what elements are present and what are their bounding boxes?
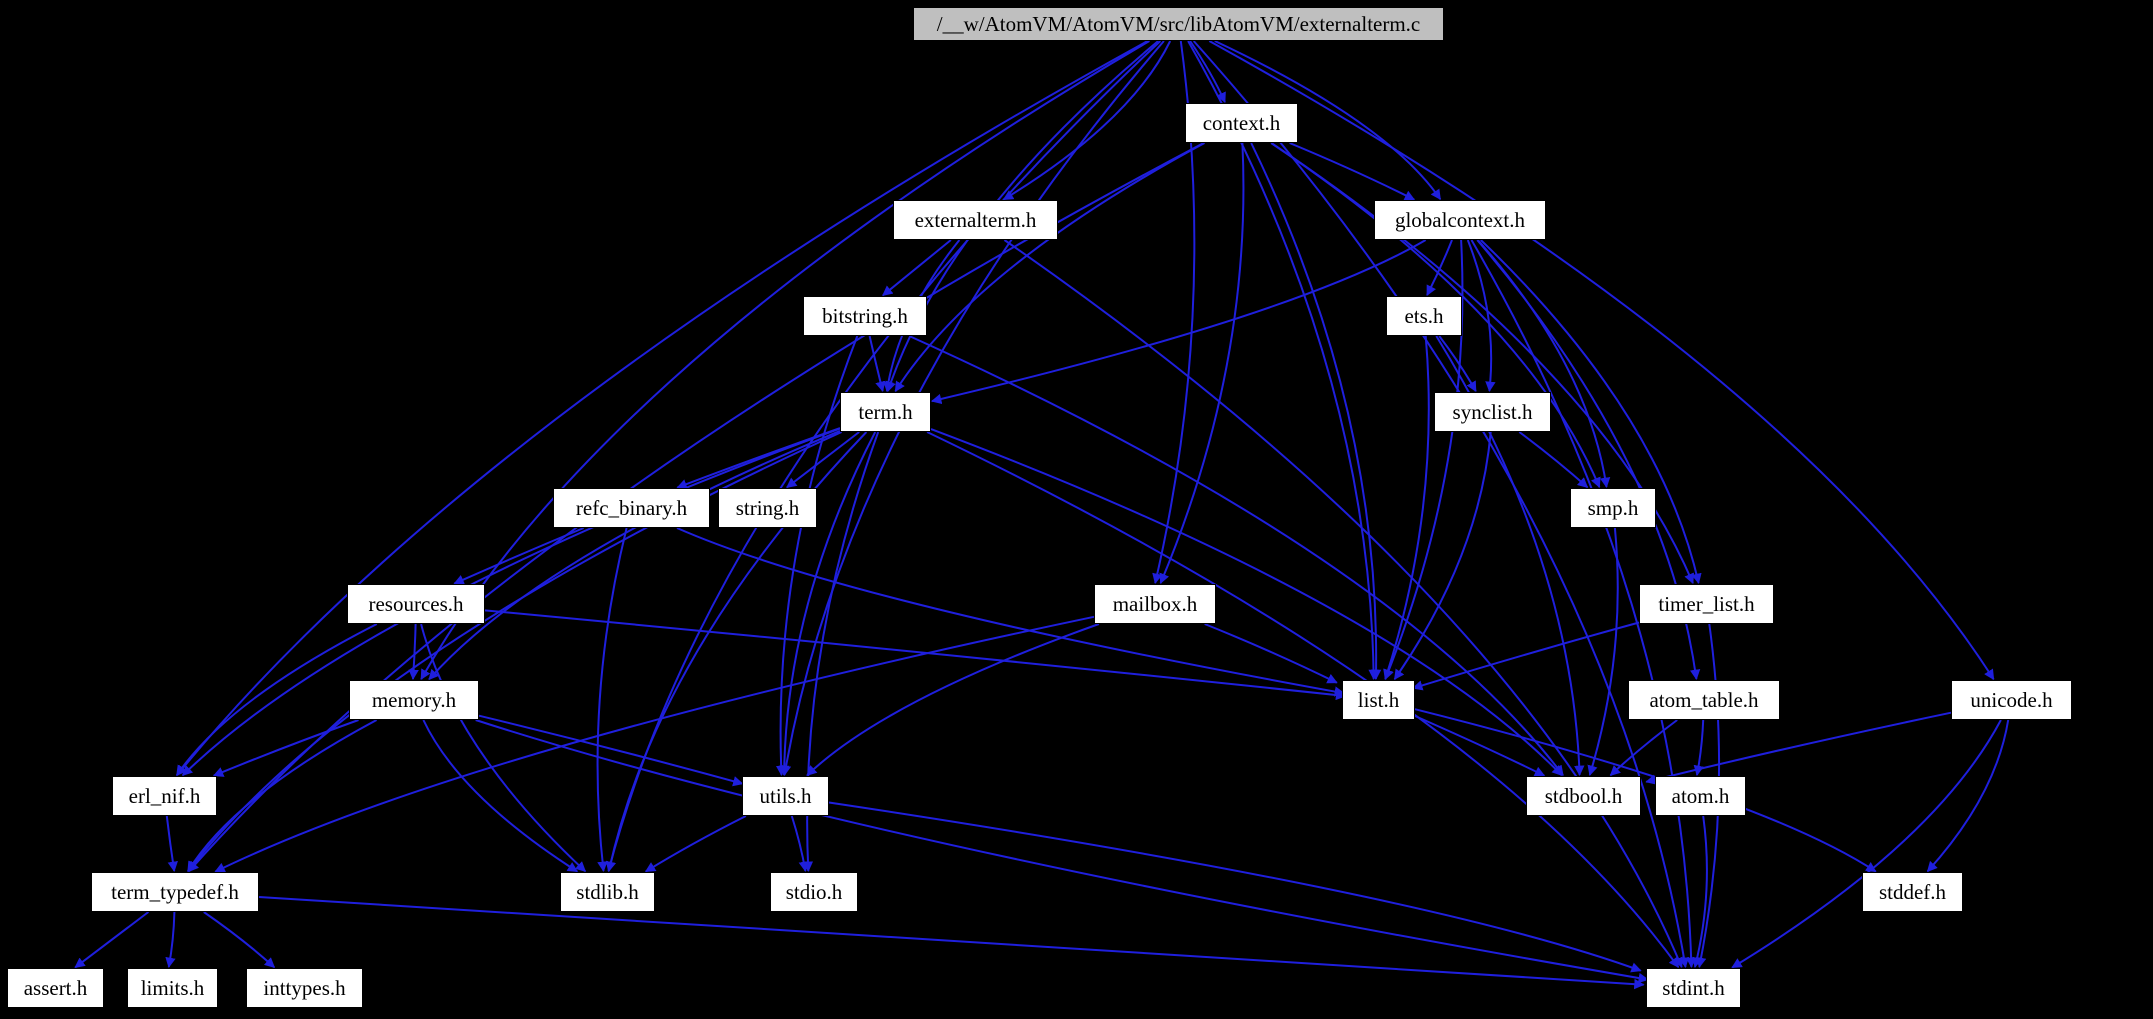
- edge-externalterm-c-to-memory-h: [420, 40, 1150, 681]
- graph-node-smp-h[interactable]: smp.h: [1570, 488, 1656, 528]
- edge-globalcontext-h-to-term-h: [930, 239, 1427, 405]
- edge-erl-nif-h-to-term-typedef-h: [165, 815, 178, 873]
- edge-memory-h-to-utils-h: [478, 714, 744, 787]
- graph-node-stdint-h[interactable]: stdint.h: [1646, 968, 1741, 1008]
- edge-resources-h-to-list-h: [484, 609, 1347, 701]
- edge-term-typedef-h-to-limits-h: [165, 911, 176, 969]
- edge-utils-h-to-stdlib-h: [644, 815, 747, 873]
- graph-node-list-h[interactable]: list.h: [1342, 680, 1415, 720]
- edge-externalterm-c-to-erl-nif-h: [176, 40, 1149, 777]
- edge-externalterm-c-to-unicode-h: [1208, 40, 1995, 681]
- graph-node-globalcontext-h[interactable]: globalcontext.h: [1374, 200, 1546, 240]
- edge-synclist-h-to-list-h: [1393, 431, 1492, 681]
- graph-node-term-typedef-h[interactable]: term_typedef.h: [91, 872, 259, 912]
- edge-list-h-to-stddef-h: [1414, 708, 1877, 873]
- graph-node-assert-h[interactable]: assert.h: [7, 968, 104, 1008]
- graph-node-stdbool-h[interactable]: stdbool.h: [1526, 776, 1641, 816]
- graph-node-atom-h[interactable]: atom.h: [1655, 776, 1746, 816]
- edge-refc-binary-h-to-list-h: [676, 527, 1345, 697]
- graph-node-externalterm-h[interactable]: externalterm.h: [893, 200, 1058, 240]
- edge-layer: [74, 40, 2010, 990]
- graph-node-memory-h[interactable]: memory.h: [349, 680, 479, 720]
- edge-unicode-h-to-stdint-h: [1731, 719, 2002, 969]
- edge-globalcontext-h-to-synclist-h: [1466, 239, 1496, 393]
- edge-mailbox-h-to-term-typedef-h: [214, 615, 1095, 873]
- graph-node-ets-h[interactable]: ets.h: [1386, 296, 1462, 336]
- graph-node-synclist-h[interactable]: synclist.h: [1434, 392, 1551, 432]
- graph-node-timer-list-h[interactable]: timer_list.h: [1639, 584, 1774, 624]
- graph-node-unicode-h[interactable]: unicode.h: [1951, 680, 2072, 720]
- edge-atom-h-to-stdint-h: [1692, 815, 1708, 969]
- edge-context-h-to-term-h: [894, 142, 1205, 393]
- edge-resources-h-to-memory-h: [408, 623, 419, 681]
- graph-node-resources-h[interactable]: resources.h: [347, 584, 485, 624]
- edge-utils-h-to-stdio-h: [790, 815, 809, 873]
- edge-externalterm-h-to-bitstring-h: [882, 239, 952, 297]
- edge-paths: [74, 40, 2010, 990]
- graph-node-stddef-h[interactable]: stddef.h: [1862, 872, 1963, 912]
- edge-utils-h-to-stdint-h: [828, 801, 1642, 973]
- graph-node-erl-nif-h[interactable]: erl_nif.h: [112, 776, 217, 816]
- graph-node-stdio-h[interactable]: stdio.h: [770, 872, 858, 912]
- edge-ets-h-to-list-h: [1383, 335, 1430, 680]
- graph-node-atom-table-h[interactable]: atom_table.h: [1628, 680, 1780, 720]
- graph-node-externalterm-c[interactable]: /__w/AtomVM/AtomVM/src/libAtomVM/externa…: [913, 7, 1444, 41]
- graph-node-string-h[interactable]: string.h: [718, 488, 817, 528]
- edge-mailbox-h-to-list-h: [1204, 623, 1338, 684]
- edge-externalterm-c-to-stdlib-h: [605, 40, 1162, 873]
- edge-term-typedef-h-to-assert-h: [74, 911, 150, 969]
- graph-node-refc-binary-h[interactable]: refc_binary.h: [553, 488, 710, 528]
- graph-node-limits-h[interactable]: limits.h: [127, 968, 218, 1008]
- edge-unicode-h-to-stddef-h: [1926, 719, 2010, 873]
- graph-node-inttypes-h[interactable]: inttypes.h: [246, 968, 363, 1008]
- edge-memory-h-to-stdlib-h: [422, 719, 579, 873]
- edge-term-h-to-stdint-h: [926, 431, 1680, 969]
- edge-unicode-h-to-stdbool-h: [1645, 711, 1952, 785]
- graph-node-mailbox-h[interactable]: mailbox.h: [1094, 584, 1216, 624]
- graph-node-term-h[interactable]: term.h: [840, 392, 931, 432]
- edge-atom-table-h-to-atom-h: [1693, 719, 1705, 777]
- graph-node-context-h[interactable]: context.h: [1185, 103, 1298, 143]
- graph-node-bitstring-h[interactable]: bitstring.h: [803, 296, 927, 336]
- include-dependency-graph: /__w/AtomVM/AtomVM/src/libAtomVM/externa…: [0, 0, 2153, 1019]
- edge-term-typedef-h-to-stdint-h: [258, 896, 1645, 990]
- edge-term-typedef-h-to-inttypes-h: [203, 911, 276, 969]
- graph-node-utils-h[interactable]: utils.h: [742, 776, 829, 816]
- edge-refc-binary-h-to-resources-h: [453, 527, 584, 585]
- graph-node-stdlib-h[interactable]: stdlib.h: [560, 872, 655, 912]
- edge-term-h-to-memory-h: [428, 429, 841, 681]
